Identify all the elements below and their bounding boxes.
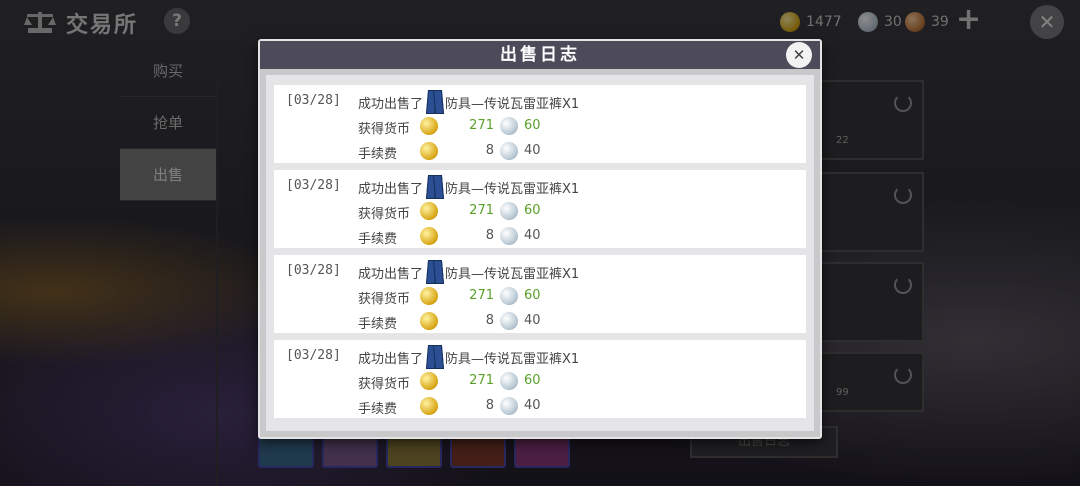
gold-coin-icon [420, 142, 438, 160]
gold-coin-icon [420, 202, 438, 220]
close-icon[interactable]: ✕ [786, 42, 812, 68]
fee-gold: 8 [485, 398, 494, 413]
fee-silver: 40 [524, 143, 541, 158]
gold-coin-icon [420, 227, 438, 245]
earn-silver: 60 [524, 373, 541, 388]
silver-coin-icon [500, 227, 518, 245]
fee-gold: 8 [485, 143, 494, 158]
earn-gold: 271 [469, 203, 494, 218]
earn-gold: 271 [469, 118, 494, 133]
silver-coin-icon [500, 312, 518, 330]
fee-gold: 8 [485, 228, 494, 243]
entry-date: [03/28] [286, 348, 341, 363]
dialog-title: 出售日志 [260, 41, 820, 69]
entry-message: 成功出售了 防具—传说瓦雷亚裤X1 [358, 263, 579, 282]
log-list[interactable]: [03/28] 成功出售了 防具—传说瓦雷亚裤X1 获得货币 271 60 手续… [266, 75, 814, 431]
entry-item: 防具—传说瓦雷亚裤X1 [445, 267, 580, 282]
earn-silver: 60 [524, 118, 541, 133]
gold-coin-icon [420, 117, 438, 135]
log-entry: [03/28] 成功出售了 防具—传说瓦雷亚裤X1 获得货币 271 60 手续… [274, 340, 806, 418]
log-entry: [03/28] 成功出售了 防具—传说瓦雷亚裤X1 获得货币 271 60 手续… [274, 255, 806, 333]
entry-action: 成功出售了 [358, 352, 424, 367]
pants-icon [427, 175, 443, 197]
entry-message: 成功出售了 防具—传说瓦雷亚裤X1 [358, 348, 579, 367]
fee-label: 手续费 [358, 147, 398, 162]
pants-icon [427, 345, 443, 367]
gold-coin-icon [420, 397, 438, 415]
silver-coin-icon [500, 397, 518, 415]
silver-coin-icon [500, 372, 518, 390]
pants-icon [427, 90, 443, 112]
sale-log-dialog: 出售日志 ✕ [03/28] 成功出售了 防具—传说瓦雷亚裤X1 获得货币 27… [258, 39, 822, 439]
entry-action: 成功出售了 [358, 182, 424, 197]
silver-coin-icon [500, 287, 518, 305]
earn-silver: 60 [524, 203, 541, 218]
fee-silver: 40 [524, 313, 541, 328]
fee-label: 手续费 [358, 232, 398, 247]
earn-gold: 271 [469, 373, 494, 388]
entry-date: [03/28] [286, 93, 341, 108]
entry-action: 成功出售了 [358, 267, 424, 282]
log-entry: [03/28] 成功出售了 防具—传说瓦雷亚裤X1 获得货币 271 60 手续… [274, 85, 806, 163]
entry-date: [03/28] [286, 178, 341, 193]
gold-coin-icon [420, 312, 438, 330]
fee-silver: 40 [524, 398, 541, 413]
earn-silver: 60 [524, 288, 541, 303]
silver-coin-icon [500, 142, 518, 160]
entry-item: 防具—传说瓦雷亚裤X1 [445, 182, 580, 197]
earn-label: 获得货币 [358, 292, 411, 307]
silver-coin-icon [500, 202, 518, 220]
fee-silver: 40 [524, 228, 541, 243]
earn-label: 获得货币 [358, 207, 411, 222]
gold-coin-icon [420, 287, 438, 305]
entry-action: 成功出售了 [358, 97, 424, 112]
gold-coin-icon [420, 372, 438, 390]
earn-gold: 271 [469, 288, 494, 303]
entry-message: 成功出售了 防具—传说瓦雷亚裤X1 [358, 178, 579, 197]
entry-item: 防具—传说瓦雷亚裤X1 [445, 97, 580, 112]
pants-icon [427, 260, 443, 282]
entry-date: [03/28] [286, 263, 341, 278]
earn-label: 获得货币 [358, 122, 411, 137]
fee-label: 手续费 [358, 402, 398, 417]
fee-label: 手续费 [358, 317, 398, 332]
earn-label: 获得货币 [358, 377, 411, 392]
entry-message: 成功出售了 防具—传说瓦雷亚裤X1 [358, 93, 579, 112]
entry-item: 防具—传说瓦雷亚裤X1 [445, 352, 580, 367]
silver-coin-icon [500, 117, 518, 135]
log-entry: [03/28] 成功出售了 防具—传说瓦雷亚裤X1 获得货币 271 60 手续… [274, 170, 806, 248]
fee-gold: 8 [485, 313, 494, 328]
